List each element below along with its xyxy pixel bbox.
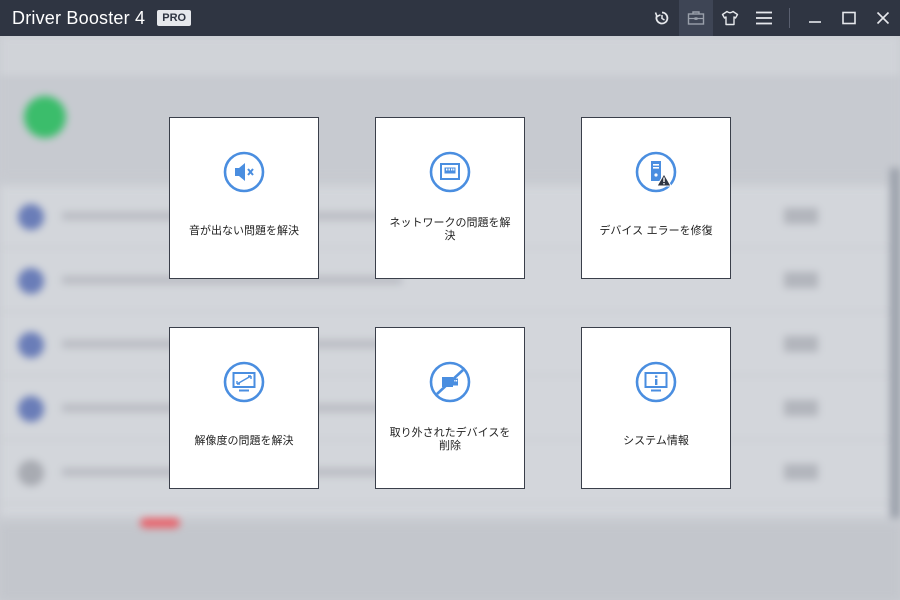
network-port-icon xyxy=(429,151,471,193)
tool-card-fix-resolution[interactable]: 解像度の問題を解決 xyxy=(169,327,319,489)
removed-device-icon xyxy=(429,361,471,403)
tool-card-label: 解像度の問題を解決 xyxy=(194,434,294,447)
menu-icon xyxy=(756,11,772,25)
titlebar-separator xyxy=(789,8,790,28)
skin-icon xyxy=(721,10,739,26)
tool-card-remove-unplugged-device[interactable]: 取り外されたデバイスを削除 xyxy=(375,327,525,489)
restore-icon xyxy=(654,11,669,25)
app-title: Driver Booster 4 xyxy=(12,7,146,28)
tool-card-label: システム情報 xyxy=(623,434,689,447)
restore-button[interactable] xyxy=(645,0,679,36)
mute-speaker-icon xyxy=(223,151,265,193)
minimize-button[interactable] xyxy=(798,0,832,36)
title-bar: Driver Booster 4 PRO xyxy=(0,0,900,36)
device-error-icon xyxy=(635,151,677,193)
background-toolbar xyxy=(0,36,900,78)
background-status-icon xyxy=(24,96,66,138)
toolbox-icon xyxy=(687,11,705,25)
close-button[interactable] xyxy=(866,0,900,36)
resolution-monitor-icon xyxy=(223,361,265,403)
background-badge xyxy=(140,518,180,528)
tool-card-system-info[interactable]: システム情報 xyxy=(581,327,731,489)
toolbox-button[interactable] xyxy=(679,0,713,36)
background-scrollbar xyxy=(890,168,900,518)
tool-card-label: 音が出ない問題を解決 xyxy=(189,224,299,237)
system-info-icon xyxy=(635,361,677,403)
maximize-button[interactable] xyxy=(832,0,866,36)
background-footer xyxy=(0,524,900,600)
tool-card-repair-device-error[interactable]: デバイス エラーを修復 xyxy=(581,117,731,279)
tool-card-fix-network[interactable]: ネットワークの問題を解決 xyxy=(375,117,525,279)
tool-card-fix-no-sound[interactable]: 音が出ない問題を解決 xyxy=(169,117,319,279)
tool-card-label: デバイス エラーを修復 xyxy=(599,224,713,237)
pro-badge: PRO xyxy=(157,10,192,26)
tool-card-label: 取り外されたデバイスを削除 xyxy=(389,426,511,452)
tool-card-label: ネットワークの問題を解決 xyxy=(389,216,511,242)
close-icon xyxy=(876,11,890,25)
menu-button[interactable] xyxy=(747,0,781,36)
maximize-icon xyxy=(842,11,856,25)
skin-button[interactable] xyxy=(713,0,747,36)
minimize-icon xyxy=(809,21,821,23)
titlebar-controls xyxy=(645,0,900,36)
